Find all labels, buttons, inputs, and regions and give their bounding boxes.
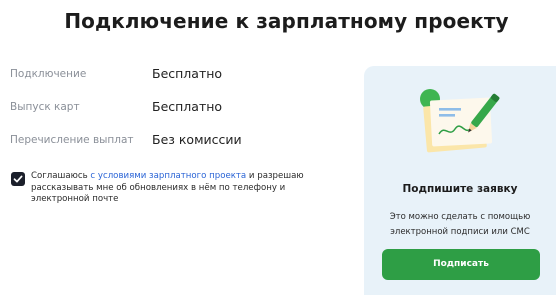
signed-document-illustration (420, 89, 500, 153)
panel-title: Подпишите заявку (402, 183, 518, 195)
salary-project-terms-link[interactable]: с условиями зарплатного проекта (90, 171, 246, 181)
terms-label: Подключение (10, 68, 87, 80)
page-title: Подключение к зарплатному проекту (64, 9, 509, 33)
terms-value: Бесплатно (152, 66, 223, 81)
terms-label: Перечисление выплат (10, 134, 134, 146)
panel-description-line: электронной подписи или СМС (390, 227, 530, 237)
terms-value: Без комиссии (152, 132, 242, 147)
sign-panel: Подпишите заявку Это можно сделать с пом… (364, 66, 556, 295)
terms-value: Бесплатно (152, 99, 223, 114)
sign-button[interactable]: Подписать (382, 249, 540, 280)
panel-description: Это можно сделать с помощью электронной … (364, 210, 556, 240)
checkmark-icon (13, 175, 23, 183)
panel-description-line: Это можно сделать с помощью (389, 212, 531, 222)
consent-checkbox[interactable] (11, 172, 25, 186)
consent-text-start: Соглашаюсь (31, 171, 91, 181)
consent-text: Соглашаюсь с условиями зарплатного проек… (31, 171, 309, 206)
terms-label: Выпуск карт (10, 101, 80, 113)
